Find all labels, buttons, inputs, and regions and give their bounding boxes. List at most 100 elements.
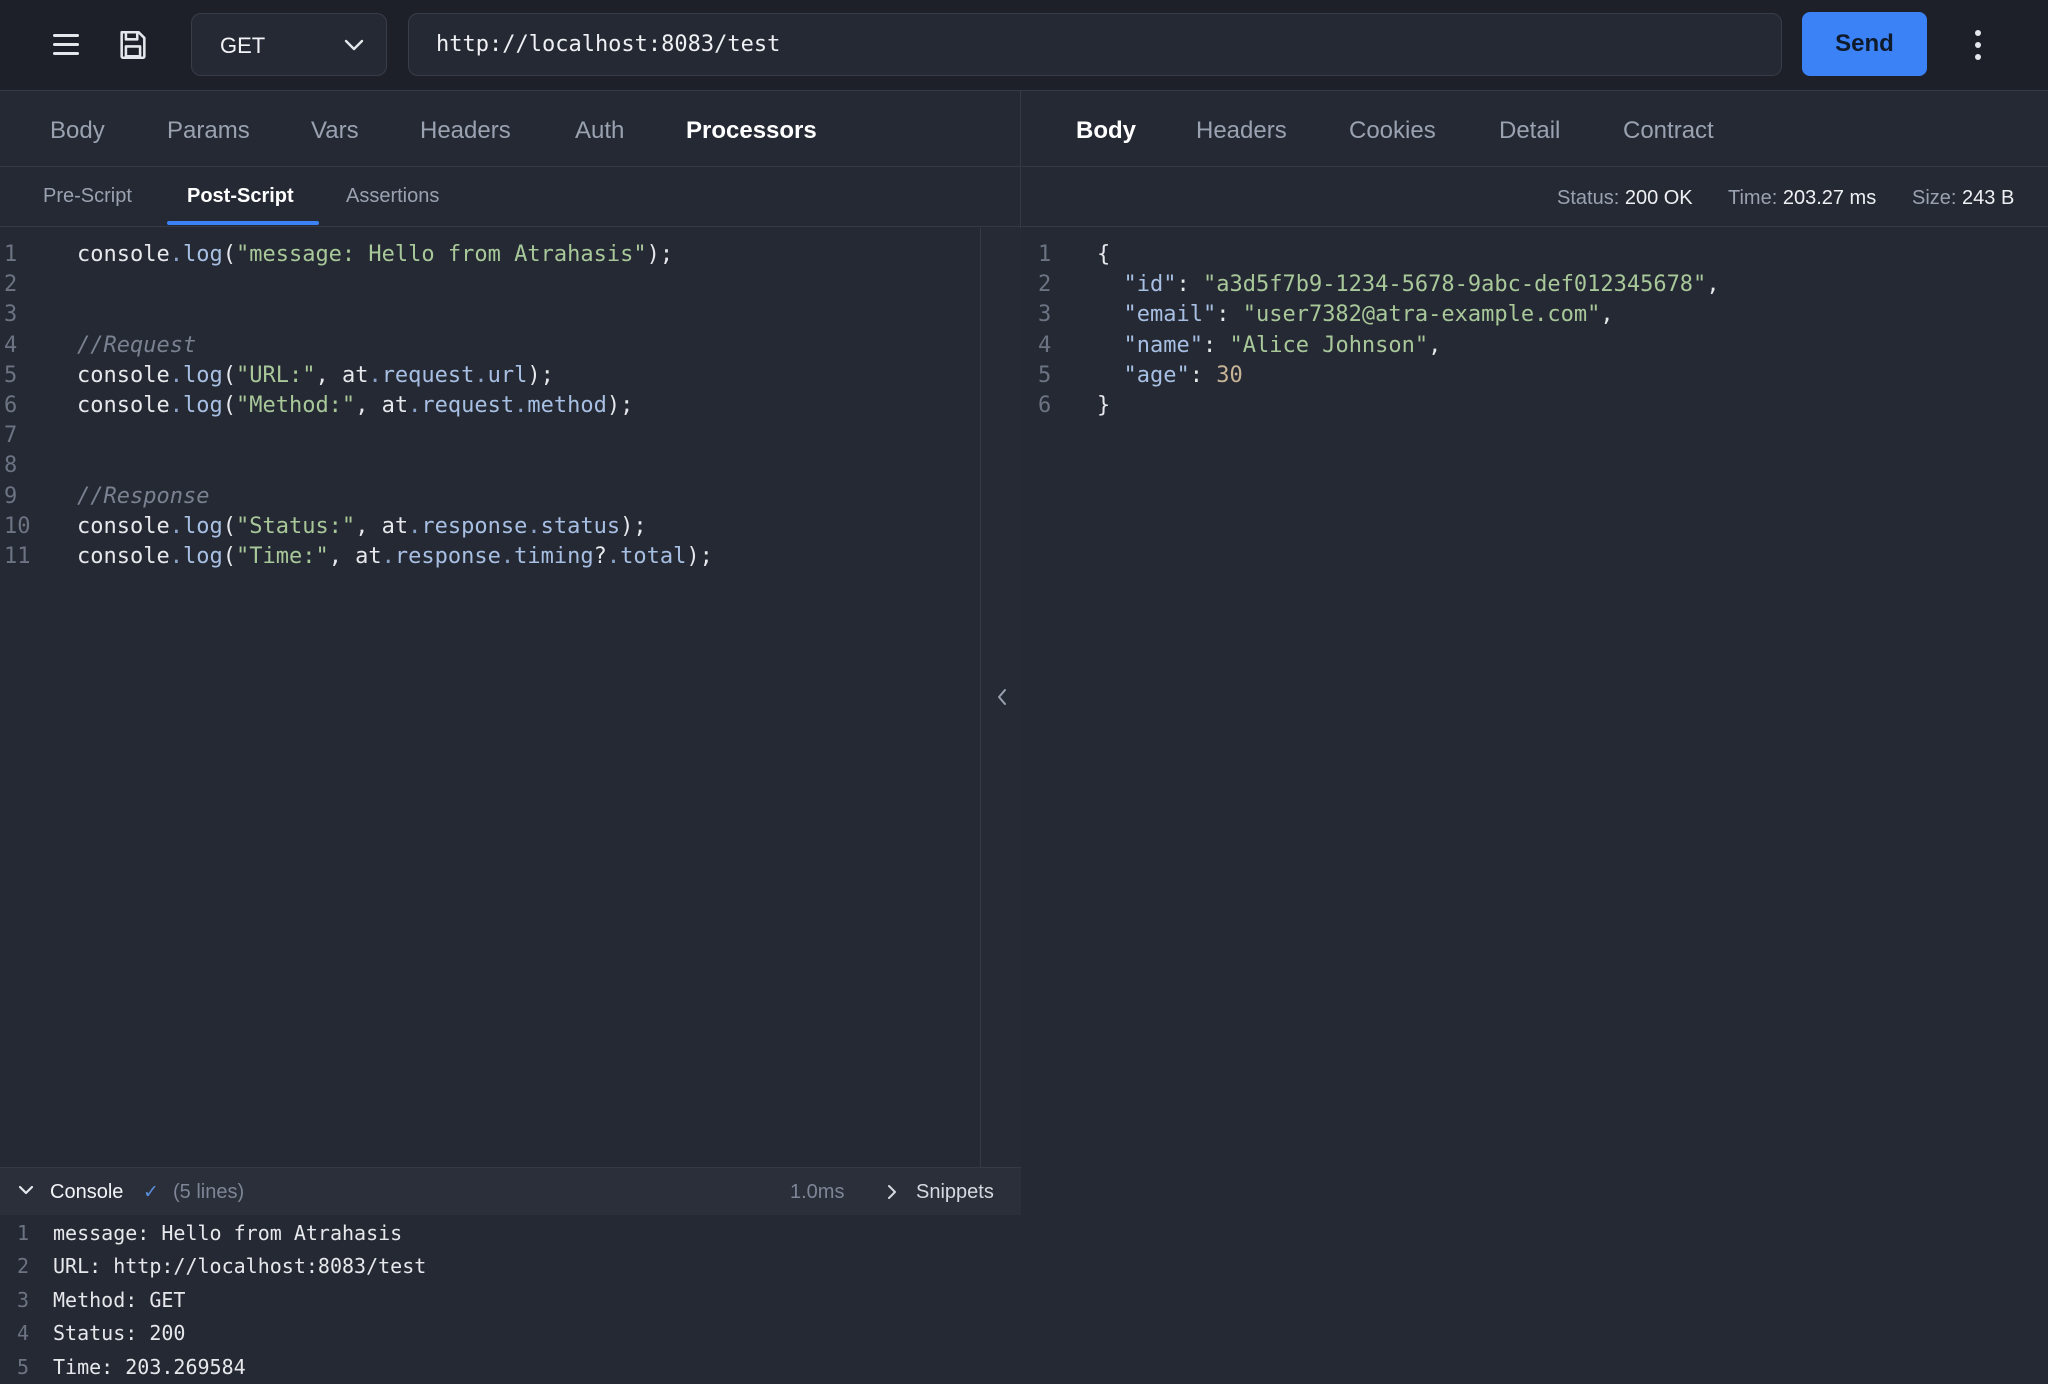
console-title: Console — [50, 1181, 124, 1203]
line-number: 2 — [4, 272, 18, 298]
token-punc: ); — [646, 242, 674, 267]
line-content: "email": "user7382@atra-example.com", — [1097, 302, 1614, 327]
request-panel: Body Params Vars Headers Auth Processors… — [0, 91, 1021, 1384]
tab-response-detail[interactable]: Detail — [1499, 117, 1560, 145]
token-dot: . — [408, 513, 422, 539]
line-number: 9 — [4, 483, 18, 509]
tab-auth[interactable]: Auth — [575, 117, 624, 145]
tab-response-headers[interactable]: Headers — [1196, 117, 1287, 145]
line-content: "age": 30 — [1097, 363, 1243, 388]
token-dot: . — [474, 362, 488, 388]
tab-response-contract[interactable]: Contract — [1623, 117, 1714, 145]
token-prop: url — [487, 362, 528, 388]
line-number: 5 — [17, 1354, 30, 1379]
processor-tabs — [0, 167, 1020, 227]
token-prop: request — [381, 362, 475, 388]
token-punc: ); — [620, 513, 647, 539]
line-number: 3 — [1038, 302, 1052, 328]
token-punc: , — [1600, 302, 1614, 328]
line-number: 2 — [17, 1254, 30, 1279]
token-key: "age" — [1123, 362, 1190, 388]
tab-params[interactable]: Params — [167, 117, 250, 145]
menu-icon[interactable] — [50, 30, 84, 60]
line-content: { — [1097, 242, 1110, 267]
token-dot: . — [368, 362, 382, 388]
status-stat: Status: 200 OK — [1557, 187, 1693, 209]
line-number: 3 — [17, 1287, 30, 1312]
chevron-right-icon — [888, 1185, 896, 1199]
token-dot: . — [500, 544, 515, 569]
token-str: "URL:" — [235, 362, 316, 388]
token-dot: . — [169, 242, 183, 267]
token-dot: . — [381, 544, 395, 569]
token-dot: . — [606, 544, 621, 569]
save-icon[interactable] — [116, 28, 152, 64]
token-punc: ( — [222, 362, 236, 388]
token-punc: } — [1097, 393, 1111, 418]
line-number: 5 — [4, 362, 18, 388]
line-content: "name": "Alice Johnson", — [1097, 332, 1442, 358]
more-vertical-icon[interactable] — [1966, 27, 1990, 63]
size-stat: Size: 243 B — [1912, 187, 2015, 209]
token-punc: , at — [328, 544, 382, 569]
line-content: console.log("message: Hello from Atrahas… — [77, 242, 673, 267]
token-punc — [1097, 363, 1124, 388]
console-duration: 1.0ms — [790, 1181, 845, 1203]
tab-headers[interactable]: Headers — [420, 117, 511, 145]
tab-vars[interactable]: Vars — [311, 117, 359, 145]
token-dot: . — [408, 393, 422, 418]
token-punc: : — [1189, 362, 1217, 388]
line-number: 1 — [4, 242, 18, 267]
token-punc: : — [1202, 332, 1230, 358]
token-str: "Method:" — [235, 393, 356, 418]
token-key: "id" — [1123, 272, 1177, 298]
script-editor[interactable]: 1 console.log("message: Hello from Atraha… — [0, 228, 980, 1167]
line-number: 5 — [1038, 362, 1052, 388]
token-fn: log — [182, 544, 223, 569]
token-cmt: //Request — [77, 332, 197, 358]
token-num: 30 — [1216, 362, 1243, 388]
tab-processors[interactable]: Processors — [686, 117, 817, 145]
token-punc: ( — [222, 544, 236, 569]
token-dot: . — [169, 393, 183, 418]
tab-body[interactable]: Body — [50, 117, 105, 145]
token-fn: log — [182, 513, 223, 539]
token-punc: , — [1428, 332, 1442, 358]
token-prop: method — [527, 393, 607, 418]
chevron-left-icon — [998, 689, 1006, 705]
method-value: GET — [220, 33, 266, 58]
line-number: 4 — [4, 332, 18, 358]
check-icon: ✓ — [143, 1182, 159, 1203]
token-obj: console — [77, 393, 170, 418]
line-content: "id": "a3d5f7b9-1234-5678-9abc-def012345… — [1097, 272, 1720, 297]
line-number: 8 — [4, 453, 18, 479]
send-button[interactable]: Send — [1802, 12, 1927, 76]
token-obj: console — [77, 544, 170, 569]
line-content: } — [1097, 393, 1110, 418]
subtab-post-script[interactable]: Post-Script — [187, 185, 294, 208]
line-number: 1 — [1038, 242, 1052, 267]
token-key: "email" — [1123, 302, 1217, 328]
collapse-panel-handle[interactable] — [980, 228, 1021, 1167]
token-punc — [1097, 302, 1124, 327]
token-fn: log — [182, 242, 223, 267]
url-input[interactable] — [408, 13, 1782, 76]
subtab-pre-script[interactable]: Pre-Script — [43, 185, 132, 208]
tab-response-body[interactable]: Body — [1076, 117, 1136, 145]
subtab-assertions[interactable]: Assertions — [346, 185, 439, 208]
line-number: 6 — [4, 393, 18, 418]
line-number: 6 — [1038, 393, 1052, 418]
token-prop: response — [421, 513, 528, 539]
token-punc: , at — [355, 393, 409, 418]
response-body-viewer[interactable]: 1 {2 "id": "a3d5f7b9-1234-5678-9abc-def01… — [1022, 228, 2048, 1384]
tab-response-cookies[interactable]: Cookies — [1349, 117, 1436, 145]
token-dot: . — [169, 513, 183, 539]
token-dot: . — [169, 544, 183, 569]
chevron-down-icon[interactable] — [18, 1184, 34, 1196]
line-content: //Response — [77, 484, 209, 509]
token-prop: response — [394, 544, 501, 569]
method-select[interactable]: GET — [191, 13, 387, 76]
token-punc: : — [1176, 272, 1203, 298]
line-content: console.log("Time:", at.response.timing?… — [77, 544, 713, 569]
token-prop: timing — [514, 544, 594, 569]
